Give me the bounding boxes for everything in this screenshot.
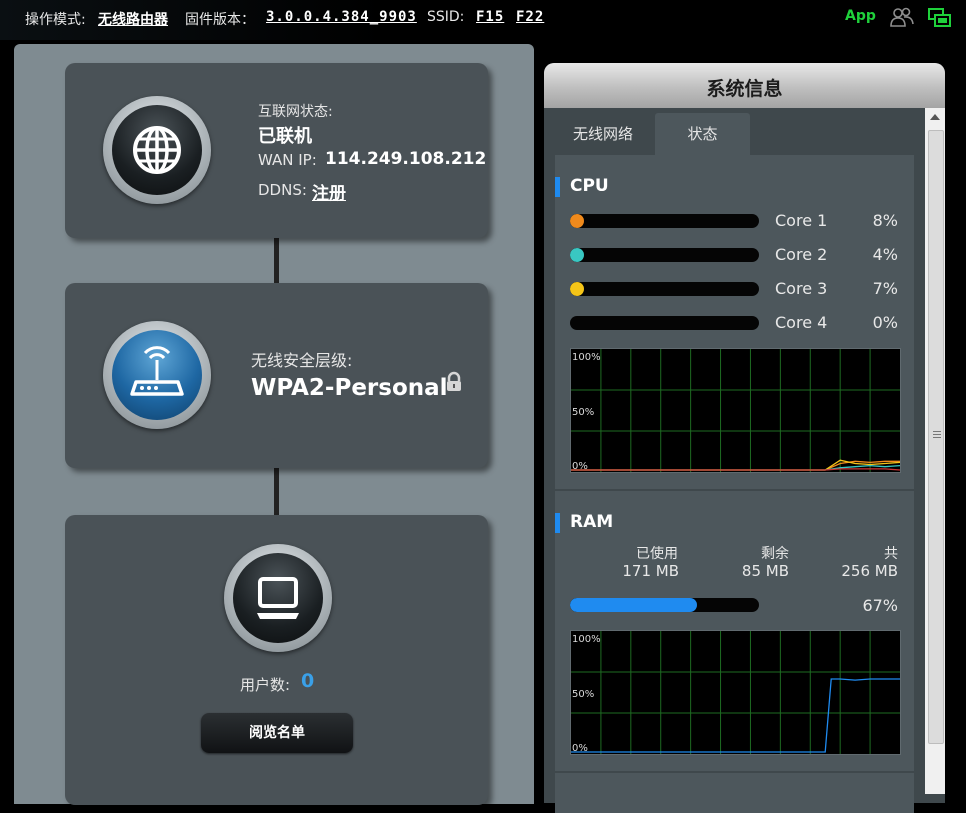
cpu-core-bar xyxy=(570,282,759,296)
graph-label-50: 50% xyxy=(572,407,595,418)
ssid-link-2[interactable]: F22 xyxy=(516,9,544,25)
cpu-core-label: Core 3 xyxy=(775,279,828,298)
graph-label-100: 100% xyxy=(572,352,601,363)
cpu-core-bar xyxy=(570,214,759,228)
cpu-core-value: 4% xyxy=(872,245,898,264)
monitor-icon[interactable] xyxy=(224,544,332,652)
globe-icon[interactable] xyxy=(103,96,211,204)
cpu-core-bar xyxy=(570,316,759,330)
cpu-core-value: 0% xyxy=(872,313,898,332)
graph-series-line xyxy=(571,468,900,471)
ssid-link-1[interactable]: F15 xyxy=(476,9,504,25)
cpu-core-value: 8% xyxy=(872,211,898,230)
ddns-label: DDNS: xyxy=(258,181,307,199)
ram-used-label: 已使用 xyxy=(636,546,678,562)
connector-line xyxy=(274,238,279,283)
wan-ip-value: 114.249.108.212 xyxy=(325,149,487,169)
lock-icon xyxy=(445,371,463,397)
client-count-value: 0 xyxy=(301,670,315,692)
graph-label-50: 50% xyxy=(572,689,595,700)
system-info-title: 系统信息 xyxy=(544,63,945,108)
wireless-security-label: 无线安全层级: xyxy=(251,351,353,370)
top-status-bar: 操作模式: 无线路由器 固件版本： 3.0.0.4.384_9903 SSID:… xyxy=(0,0,966,40)
cpu-title: CPU xyxy=(555,176,609,197)
users-icon[interactable] xyxy=(889,6,915,30)
firmware-version-link[interactable]: 3.0.0.4.384_9903 xyxy=(266,9,417,25)
browse-client-list-button[interactable]: 阅览名单 xyxy=(201,713,353,753)
ram-free-value: 85 MB xyxy=(741,562,789,580)
ram-title: RAM xyxy=(554,512,614,533)
tab-status[interactable]: 状态 xyxy=(655,113,750,155)
ram-usage-percent: 67% xyxy=(862,596,898,615)
system-info-panel: 系统信息 无线网络 状态 CPU Core 1 8% Core 2 4% Cor… xyxy=(544,63,945,813)
scroll-up-arrow-icon[interactable] xyxy=(930,114,940,120)
cpu-core-label: Core 4 xyxy=(775,313,828,332)
cpu-usage-graph: 100% 50% 0% xyxy=(570,348,901,473)
internet-status-label: 互联网状态: xyxy=(258,104,333,120)
ram-total-label: 共 xyxy=(884,546,898,562)
ram-usage-bar xyxy=(570,598,759,612)
ram-free-label: 剩余 xyxy=(761,546,789,562)
clients-card[interactable] xyxy=(65,515,488,805)
ram-used-value: 171 MB xyxy=(622,562,679,580)
graph-label-0: 0% xyxy=(572,743,588,754)
tab-wireless[interactable]: 无线网络 xyxy=(556,113,650,155)
ram-section: RAM 已使用 剩余 共 171 MB 85 MB 256 MB 67% 100… xyxy=(554,491,914,771)
router-icon[interactable] xyxy=(103,321,211,429)
ddns-register-link[interactable]: 注册 xyxy=(312,179,346,204)
internet-status-card[interactable]: 互联网状态: 已联机 WAN IP: 114.249.108.212 DDNS:… xyxy=(65,63,488,238)
operation-mode-link[interactable]: 无线路由器 xyxy=(98,9,168,29)
graph-series-line xyxy=(571,678,900,753)
network-monitor-icon[interactable] xyxy=(927,6,953,30)
graph-label-100: 100% xyxy=(572,634,601,645)
wireless-security-value: WPA2-Personal xyxy=(251,375,448,401)
wan-ip-label: WAN IP: xyxy=(258,151,317,169)
ram-usage-graph: 100% 50% 0% xyxy=(570,630,901,755)
app-link[interactable]: App xyxy=(845,8,876,24)
connector-line xyxy=(274,468,279,515)
ssid-label: SSID: xyxy=(427,9,465,25)
next-section xyxy=(555,773,914,813)
cpu-core-bar xyxy=(570,248,759,262)
cpu-core-label: Core 1 xyxy=(775,211,828,230)
ram-total-value: 256 MB xyxy=(841,562,898,580)
operation-mode-label: 操作模式: xyxy=(25,12,86,28)
wireless-security-card[interactable]: 无线安全层级: WPA2-Personal xyxy=(65,283,488,468)
cpu-section: CPU Core 1 8% Core 2 4% Core 3 7% Core 4… xyxy=(555,155,914,489)
internet-status-value: 已联机 xyxy=(258,126,312,147)
ram-graph-svg xyxy=(571,631,900,754)
graph-label-0: 0% xyxy=(572,461,588,472)
scrollbar-thumb[interactable] xyxy=(928,130,944,744)
system-info-scrollbar[interactable] xyxy=(925,108,945,794)
cpu-core-value: 7% xyxy=(872,279,898,298)
firmware-label: 固件版本： xyxy=(185,12,255,28)
cpu-core-label: Core 2 xyxy=(775,245,828,264)
client-count-label: 用户数: xyxy=(240,676,291,694)
cpu-graph-svg xyxy=(571,349,900,472)
